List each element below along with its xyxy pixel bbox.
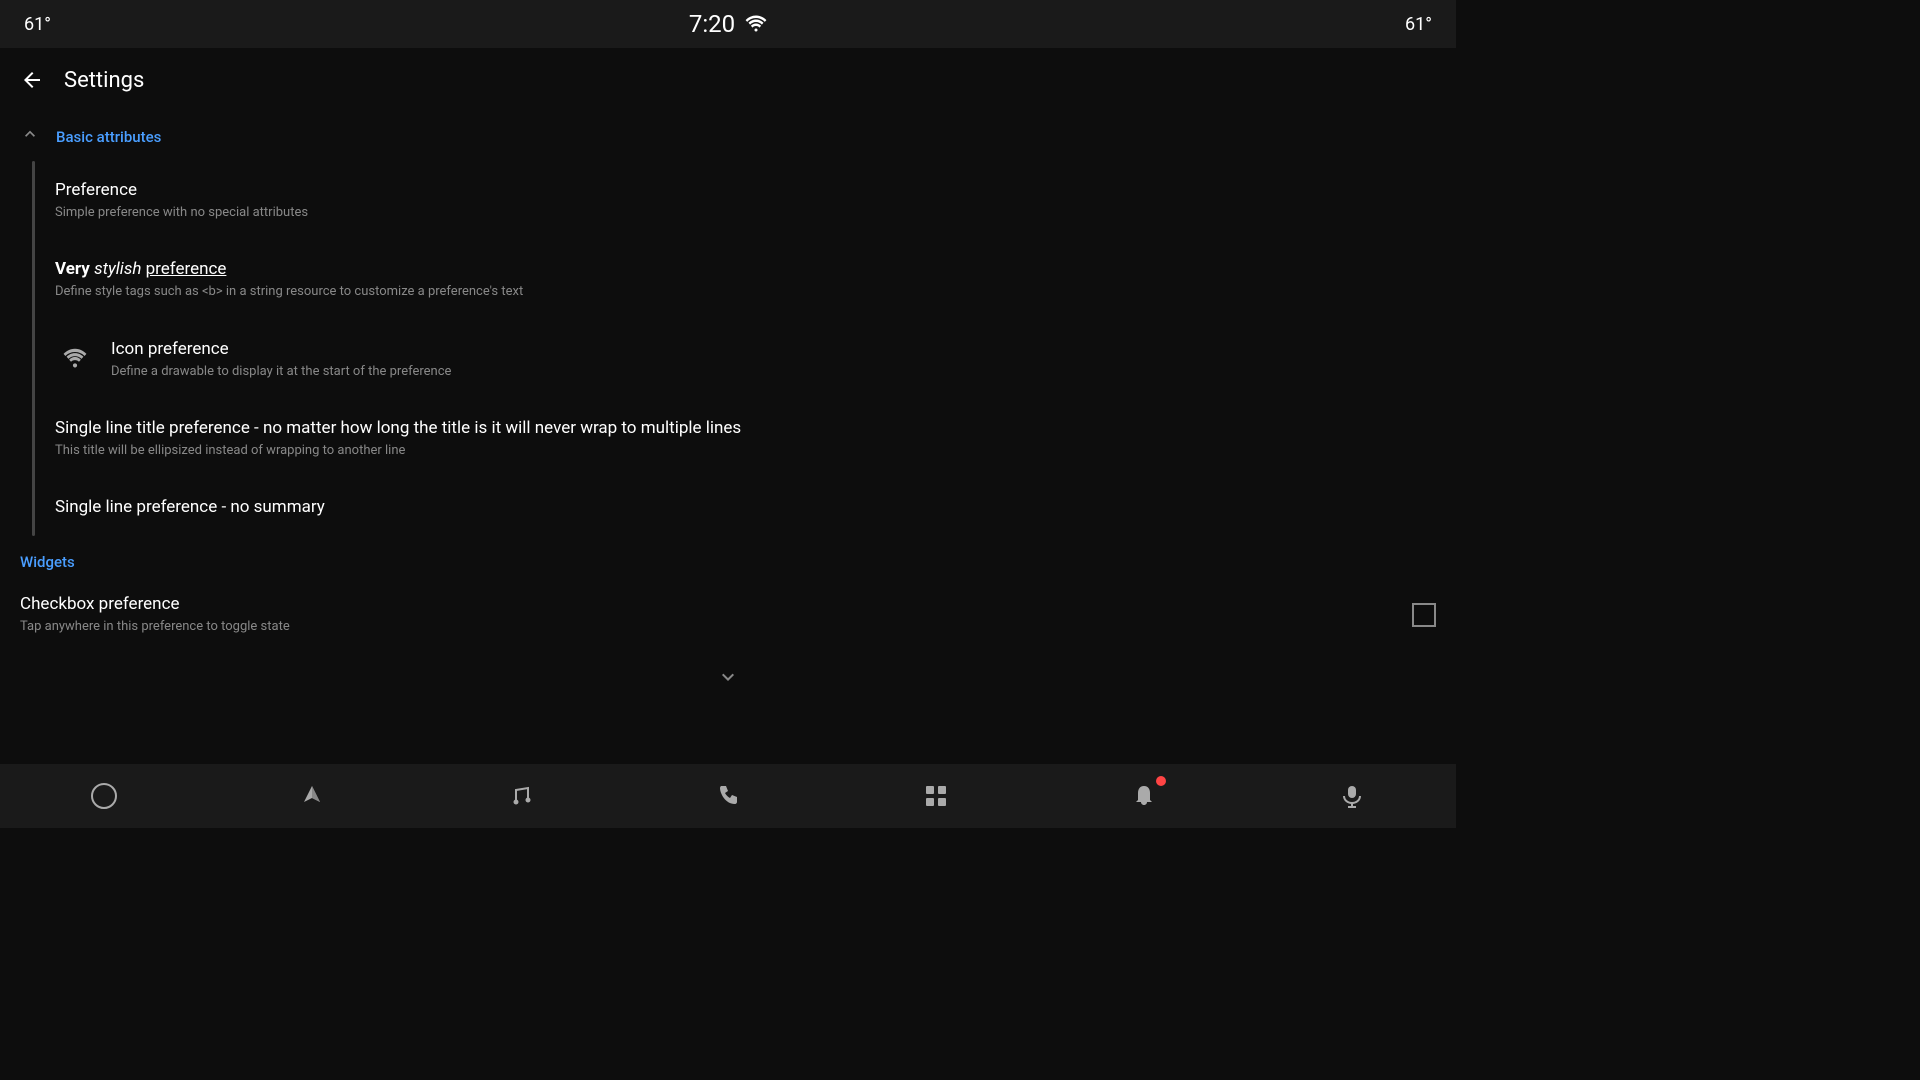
time-display: 7:20 — [689, 10, 735, 38]
section-header-basic-attributes[interactable]: Basic attributes — [0, 112, 1456, 161]
status-center: 7:20 — [689, 10, 767, 38]
nav-item-bell[interactable] — [1104, 764, 1184, 828]
section-label-basic-attributes: Basic attributes — [56, 128, 161, 146]
scroll-indicator — [0, 655, 1456, 699]
preference-title-stylish: Very stylish preference — [55, 258, 1436, 280]
preference-content-stylish: Very stylish preference Define style tag… — [55, 258, 1436, 301]
nav-item-mic[interactable] — [1312, 764, 1392, 828]
preference-title-single-line-no-summary: Single line preference - no summary — [55, 496, 1436, 518]
preference-title-basic: Preference — [55, 179, 1436, 201]
checkbox-widget[interactable] — [1412, 603, 1436, 627]
preference-summary-basic: Simple preference with no special attrib… — [55, 204, 1436, 222]
preference-summary-single-line-title: This title will be ellipsized instead of… — [55, 442, 1436, 460]
bottom-nav — [0, 764, 1456, 828]
preference-content-single-line-title: Single line title preference - no matter… — [55, 417, 1436, 460]
preference-item-checkbox[interactable]: Checkbox preference Tap anywhere in this… — [0, 575, 1456, 654]
stylish-underline-text: preference — [146, 259, 227, 279]
preference-title-icon: Icon preference — [111, 338, 1436, 360]
preference-content-checkbox: Checkbox preference Tap anywhere in this… — [20, 593, 1396, 636]
preference-item-stylish[interactable]: Very stylish preference Define style tag… — [35, 240, 1456, 319]
wifi-signal-icon — [745, 10, 767, 38]
preference-summary-stylish: Define style tags such as <b> in a strin… — [55, 283, 1436, 301]
section-label-widgets: Widgets — [20, 553, 75, 571]
status-temp-right: 61° — [1405, 14, 1432, 35]
checkbox-box[interactable] — [1412, 603, 1436, 627]
stylish-italic-text: stylish — [94, 259, 146, 279]
page-title: Settings — [64, 68, 144, 93]
content-area: Basic attributes Preference Simple prefe… — [0, 112, 1456, 764]
preference-item-basic[interactable]: Preference Simple preference with no spe… — [35, 161, 1456, 240]
preference-title-checkbox: Checkbox preference — [20, 593, 1396, 615]
status-bar: 61° 7:20 61° — [0, 0, 1456, 48]
preference-item-single-line-title[interactable]: Single line title preference - no matter… — [35, 399, 1456, 478]
preference-content-single-line-no-summary: Single line preference - no summary — [55, 496, 1436, 518]
preference-summary-checkbox: Tap anywhere in this preference to toggl… — [20, 618, 1396, 636]
notification-dot — [1156, 776, 1166, 786]
preference-item-icon[interactable]: Icon preference Define a drawable to dis… — [35, 320, 1456, 399]
nav-item-home[interactable] — [64, 764, 144, 828]
preference-content-icon: Icon preference Define a drawable to dis… — [111, 338, 1436, 381]
nav-item-phone[interactable] — [688, 764, 768, 828]
nav-item-navigation[interactable] — [272, 764, 352, 828]
nav-item-music[interactable] — [480, 764, 560, 828]
nav-item-grid[interactable] — [896, 764, 976, 828]
back-button[interactable] — [20, 68, 44, 92]
chevron-up-icon[interactable] — [20, 124, 40, 149]
preference-summary-icon: Define a drawable to display it at the s… — [111, 363, 1436, 381]
top-bar: Settings — [0, 48, 1456, 112]
wifi-pref-icon — [55, 339, 95, 379]
preference-title-single-line-title: Single line title preference - no matter… — [55, 417, 1355, 439]
preference-item-single-line-no-summary[interactable]: Single line preference - no summary — [35, 478, 1456, 536]
preference-content-basic: Preference Simple preference with no spe… — [55, 179, 1436, 222]
status-temp-left: 61° — [24, 14, 51, 35]
section-header-widgets[interactable]: Widgets — [0, 536, 1456, 575]
stylish-bold-text: Very — [55, 259, 94, 279]
